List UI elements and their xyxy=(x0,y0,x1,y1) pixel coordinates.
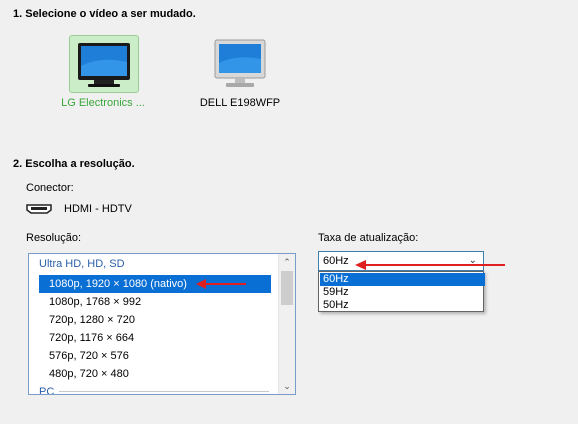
refresh-rate-dropdown[interactable]: 60Hz 59Hz 50Hz xyxy=(318,271,485,312)
resolution-label: Resolução: xyxy=(26,232,82,244)
hdmi-connector-icon xyxy=(26,204,52,214)
resolution-item[interactable]: 1080p, 1768 × 992 xyxy=(39,293,271,311)
monitor-dell-tile[interactable] xyxy=(206,35,274,91)
monitor-dell-label[interactable]: DELL E198WFP xyxy=(190,97,290,109)
refresh-rate-label: Taxa de atualização: xyxy=(318,232,419,244)
resolution-scrollbar[interactable]: ⌃ ⌄ xyxy=(278,254,295,394)
annotation-arrow-icon xyxy=(196,279,246,289)
group-header-pc-partial: PC xyxy=(39,386,55,395)
refresh-option[interactable]: 59Hz xyxy=(320,286,485,299)
scroll-up-icon[interactable]: ⌃ xyxy=(279,254,295,270)
scroll-thumb[interactable] xyxy=(281,271,293,305)
resolution-item[interactable]: 720p, 1280 × 720 xyxy=(39,311,271,329)
refresh-option[interactable]: 60Hz xyxy=(320,273,485,286)
resolution-item[interactable]: 480p, 720 × 480 xyxy=(39,365,271,383)
resolution-item[interactable]: 576p, 720 × 576 xyxy=(39,347,271,365)
monitor-lg-tile[interactable] xyxy=(69,35,139,93)
connector-label: Conector: xyxy=(26,182,74,194)
section2-title: 2. Escolha a resolução. xyxy=(13,158,135,170)
group-divider xyxy=(59,391,269,392)
annotation-arrow-icon xyxy=(355,260,505,270)
refresh-rate-value: 60Hz xyxy=(323,255,349,267)
resolution-item[interactable]: 720p, 1176 × 664 xyxy=(39,329,271,347)
monitor-icon xyxy=(214,39,266,87)
section1-title: 1. Selecione o vídeo a ser mudado. xyxy=(13,8,196,20)
refresh-option[interactable]: 50Hz xyxy=(320,299,485,312)
group-header-uhd: Ultra HD, HD, SD xyxy=(39,258,125,270)
monitor-icon xyxy=(78,43,130,87)
monitor-lg-label[interactable]: LG Electronics ... xyxy=(54,97,152,109)
resolution-listbox[interactable]: Ultra HD, HD, SD 1080p, 1920 × 1080 (nat… xyxy=(28,253,296,395)
scroll-down-icon[interactable]: ⌄ xyxy=(279,378,295,394)
connector-value: HDMI - HDTV xyxy=(64,203,132,215)
